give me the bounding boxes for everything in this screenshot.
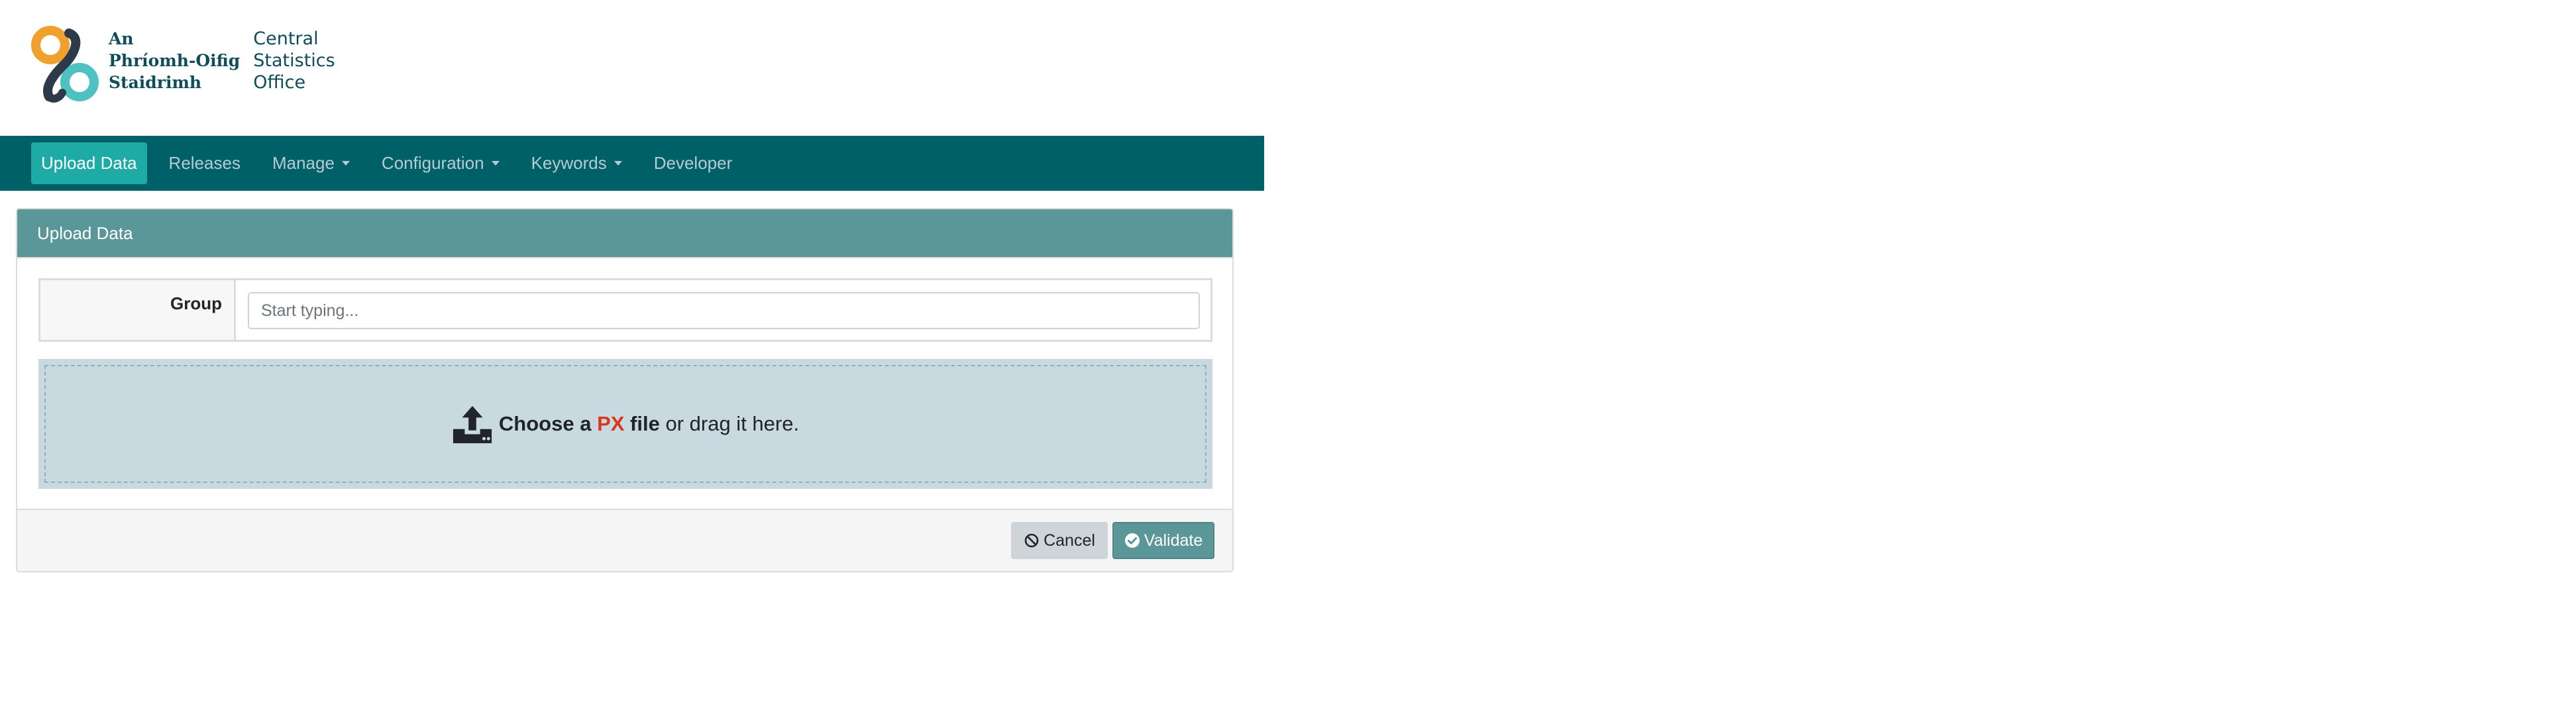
logo-english-text: Central Statistics Office: [253, 28, 335, 93]
upload-icon: [453, 405, 492, 444]
card-title: Upload Data: [17, 209, 1232, 257]
nav-item-label: Developer: [653, 153, 733, 173]
cancel-button[interactable]: Cancel: [1011, 522, 1108, 559]
site-header: An Phríomh-Oifig Staidrimh Central Stati…: [0, 0, 2576, 136]
nav-item-label: Keywords: [531, 153, 607, 173]
logo-english-line: Central: [253, 28, 319, 49]
cso-logo[interactable]: An Phríomh-Oifig Staidrimh Central Stati…: [29, 24, 335, 103]
group-search-input[interactable]: [248, 292, 1200, 329]
logo-english-line: Statistics: [253, 50, 335, 71]
logo-irish-line: Phríomh-Oifig: [109, 51, 241, 70]
nav-upload-data[interactable]: Upload Data: [31, 142, 147, 184]
dropzone-text: Choose a PX file or drag it here.: [452, 403, 799, 444]
card-body: Group Choose a: [17, 257, 1232, 510]
main-navbar: Upload Data Releases Manage Configuratio…: [0, 136, 1264, 191]
caret-down-icon: [614, 161, 622, 166]
cso-logo-icon: [31, 26, 99, 103]
cancel-label: Cancel: [1044, 531, 1095, 550]
group-field-row: Group: [38, 278, 1212, 342]
group-input-wrapper: [236, 280, 1210, 340]
logo-irish-text: An Phríomh-Oifig Staidrimh: [109, 28, 240, 93]
px-format-text: PX: [597, 412, 625, 435]
logo-irish-line: Staidrimh: [109, 73, 202, 92]
nav-item-label: Upload Data: [41, 153, 137, 173]
validate-label: Validate: [1144, 531, 1203, 550]
file-text: file: [630, 412, 660, 435]
nav-item-label: Releases: [168, 153, 241, 173]
nav-item-label: Manage: [272, 153, 335, 173]
drag-hint-text: or drag it here.: [665, 412, 800, 435]
check-circle-icon: [1124, 533, 1140, 548]
group-label: Group: [40, 280, 236, 340]
nav-releases[interactable]: Releases: [159, 142, 250, 184]
page: An Phríomh-Oifig Staidrimh Central Stati…: [0, 0, 2576, 724]
upload-data-card: Upload Data Group Start typing... Choose…: [16, 208, 1234, 572]
nav-manage-dropdown[interactable]: Manage: [262, 142, 360, 184]
caret-down-icon: [341, 161, 350, 166]
nav-item-label: Configuration: [381, 153, 484, 173]
dropzone-area[interactable]: Choose a PX file or drag it here.: [44, 365, 1207, 483]
card-footer: Cancel Validate: [17, 509, 1232, 571]
nav-keywords-dropdown[interactable]: Keywords: [521, 142, 632, 184]
logo-irish-line: An: [109, 29, 134, 48]
choose-text: Choose a: [498, 412, 592, 435]
file-dropzone[interactable]: Choose a PX file or drag it here.: [38, 359, 1212, 489]
logo-english-line: Office: [253, 72, 306, 93]
nav-developer[interactable]: Developer: [644, 142, 743, 184]
nav-configuration-dropdown[interactable]: Configuration: [372, 142, 510, 184]
caret-down-icon: [491, 161, 500, 166]
validate-button[interactable]: Validate: [1112, 522, 1214, 559]
ban-icon: [1024, 533, 1039, 548]
